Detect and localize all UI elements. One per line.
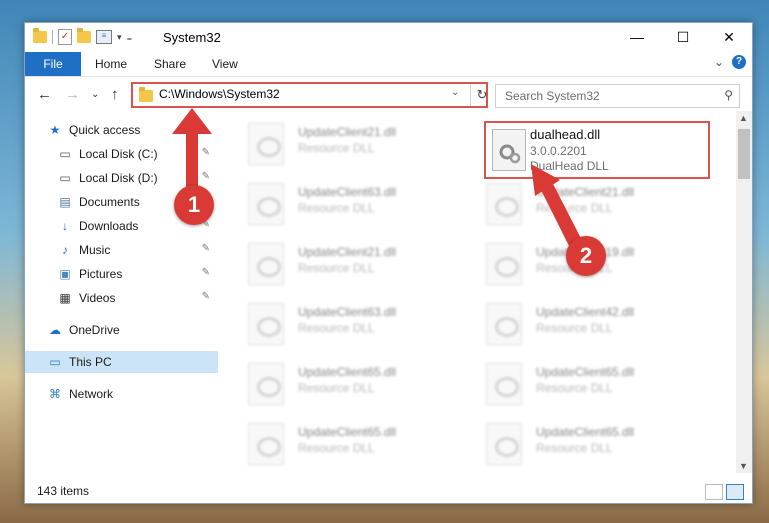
arrow-1-head [172,108,212,134]
annotation-arrows [172,108,587,262]
arrow-1-shaft [186,130,198,192]
step-badge-1: 1 [174,185,214,225]
step-badge-2: 2 [566,236,606,276]
